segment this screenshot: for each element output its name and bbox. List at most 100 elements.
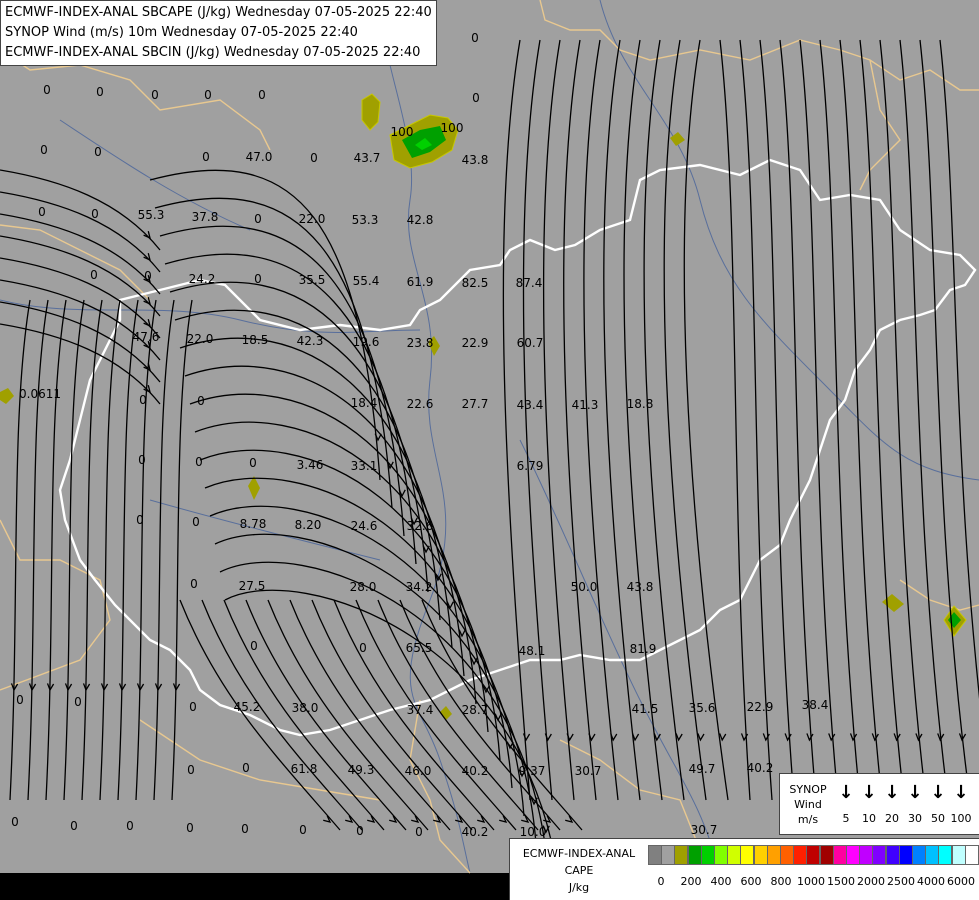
cape-legend-line-2: CAPE <box>564 864 594 877</box>
wind-legend: SYNOP Wind m/s ↓ ↓ ↓ ↓ ↓ ↓ 5 10 20 30 50… <box>779 773 979 835</box>
streamline-arrow <box>100 683 109 692</box>
streamline <box>819 39 861 801</box>
value-label: 0 <box>136 513 144 527</box>
value-label: 0 <box>202 150 210 164</box>
streamline <box>839 39 883 801</box>
cape-color-swatch <box>832 845 847 865</box>
value-label: 100 <box>440 121 464 135</box>
streamline-arrow <box>154 683 163 692</box>
streamline <box>135 299 157 801</box>
value-label: 10.0 <box>519 825 547 839</box>
streamline <box>245 599 407 831</box>
value-label: 41.5 <box>631 702 659 716</box>
value-label: 0 <box>187 763 195 777</box>
streamline-arrow <box>784 733 792 742</box>
value-label: 100 <box>390 125 414 139</box>
value-label: 55.4 <box>352 274 380 288</box>
streamline <box>583 39 619 801</box>
value-label: 35.5 <box>298 273 326 287</box>
streamline <box>919 39 971 801</box>
value-label: 0 <box>197 394 205 408</box>
streamline <box>27 299 49 801</box>
cape-legend: ECMWF-INDEX-ANAL CAPE J/kg 0 200 400 600 800… <box>509 838 979 900</box>
cape-color-swatch <box>714 845 728 865</box>
value-label: 50.0 <box>570 580 598 594</box>
country-border <box>58 158 977 737</box>
value-label: 43.7 <box>353 151 381 165</box>
value-label: 87.4 <box>515 276 543 290</box>
streamline <box>603 39 641 801</box>
streamline <box>719 39 751 801</box>
streamline-arrow <box>136 683 145 692</box>
streamline-arrow <box>82 683 91 692</box>
streamline <box>563 39 597 801</box>
wind-legend-line-1: SYNOP <box>789 783 827 796</box>
value-label: 22.6 <box>406 397 434 411</box>
streamline <box>267 599 429 831</box>
streamline-arrow <box>806 733 814 742</box>
value-label: 0 <box>192 515 200 529</box>
wind-speed-label: 20 <box>885 812 899 825</box>
value-label: 0 <box>151 88 159 102</box>
streamline-arrow <box>675 733 683 742</box>
value-label: 0 <box>70 819 78 833</box>
value-label: 38.4 <box>801 698 829 712</box>
cape-color-swatch <box>925 845 940 865</box>
cape-color-swatch <box>964 845 979 865</box>
cape-tick-label: 2000 <box>857 875 885 888</box>
outer-borders <box>0 0 979 874</box>
value-label: 24.6 <box>350 519 378 533</box>
value-label: 33.1 <box>350 459 378 473</box>
value-label: 28.0 <box>349 580 377 594</box>
cape-color-swatch <box>648 845 662 865</box>
wind-speed-label: 5 <box>842 812 850 825</box>
cape-color-swatch <box>766 845 781 865</box>
cape-color-swatch <box>872 845 887 865</box>
value-label: 46.0 <box>404 764 432 778</box>
value-label: 0 <box>91 207 99 221</box>
value-label: 40.2 <box>746 761 774 775</box>
cape-tick-label: 2500 <box>887 875 915 888</box>
cape-color-swatch <box>727 845 742 865</box>
streamline <box>739 39 773 801</box>
value-label: 40.2 <box>461 825 489 839</box>
cape-color-swatch <box>793 845 808 865</box>
streamline <box>899 39 949 801</box>
value-label: 42.3 <box>296 334 324 348</box>
value-label: 23.8 <box>406 336 434 350</box>
value-label: 22.9 <box>746 700 774 714</box>
value-label: 0 <box>189 700 197 714</box>
down-arrow-icon: ↓ <box>838 782 854 803</box>
streamline-arrow <box>172 683 181 692</box>
streamline <box>779 39 817 801</box>
value-label: 43.8 <box>626 580 654 594</box>
value-label: 49.3 <box>347 763 375 777</box>
value-label: 9.37 <box>518 764 546 778</box>
title-cin: ECMWF-INDEX-ANAL SBCIN (J/kg) Wednesday … <box>5 45 421 60</box>
value-label: 0 <box>471 31 479 45</box>
wind-speed-label: 100 <box>950 812 972 825</box>
cape-tick-label: 600 <box>740 875 762 888</box>
streamline <box>939 39 979 700</box>
cape-legend-line-3: J/kg <box>568 881 590 894</box>
value-label: 30.7 <box>690 823 718 837</box>
cape-color-swatch <box>661 845 676 865</box>
cape-tick-label: 400 <box>710 875 732 888</box>
streamline <box>799 39 839 801</box>
value-label: 0 <box>96 85 104 99</box>
value-label: 28.7 <box>461 703 489 717</box>
streamline <box>45 299 67 801</box>
value-label: 0 <box>250 639 258 653</box>
value-label: 18.8 <box>626 397 654 411</box>
value-label: 38.0 <box>291 701 319 715</box>
value-label: 0 <box>139 393 147 407</box>
rivers <box>0 0 979 874</box>
value-label: 0 <box>186 821 194 835</box>
value-label: 0 <box>249 456 257 470</box>
value-label: 8.20 <box>294 518 322 532</box>
down-arrow-icon: ↓ <box>953 782 969 803</box>
wind-streamlines <box>0 39 979 900</box>
wind-speed-label: 10 <box>862 812 876 825</box>
value-label: 0 <box>190 577 198 591</box>
wind-speed-label: 50 <box>931 812 945 825</box>
